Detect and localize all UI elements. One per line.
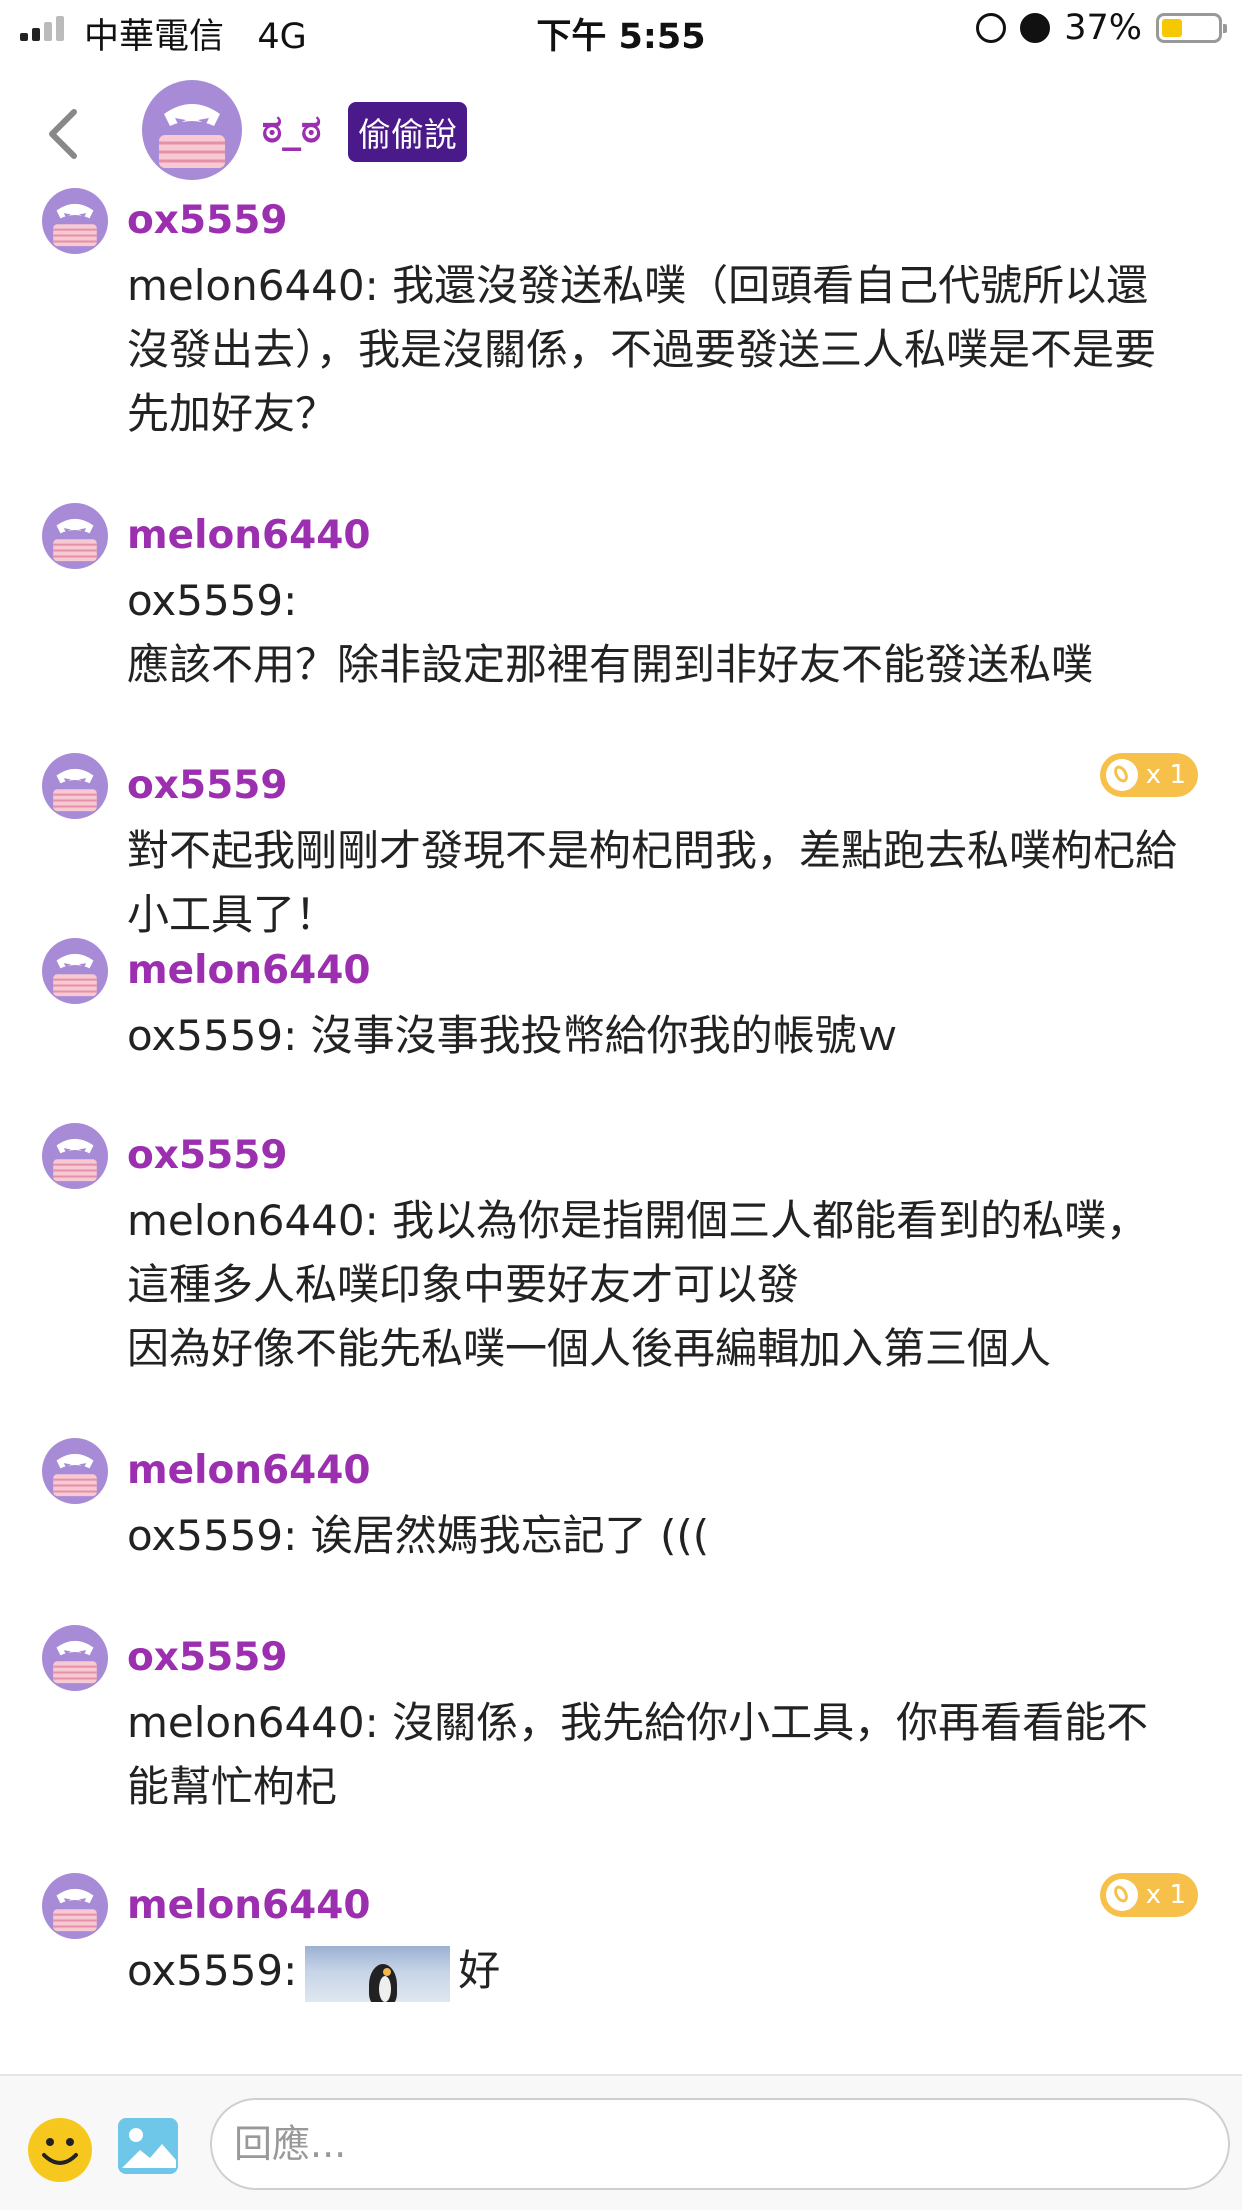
masked-face-icon: [42, 938, 108, 1004]
avatar[interactable]: [42, 1625, 108, 1695]
avatar[interactable]: [42, 188, 108, 258]
status-bar: 中華電信 4G 下午 5:55 37%: [0, 0, 1242, 62]
response-text: melon6440: 我以為你是指開個三人都能看到的私噗，這種多人私噗印象中要好…: [127, 1196, 1149, 1373]
conversation-title: ಠ_ಠ: [262, 107, 322, 151]
avatar[interactable]: [42, 1438, 108, 1508]
battery-icon: [1156, 13, 1227, 43]
response-text: ox5559: 诶居然媽我忘記了 (((: [127, 1511, 710, 1560]
response-text: 對不起我剛剛才發現不是枸杞問我，差點跑去私噗枸杞給小工具了！: [127, 826, 1178, 939]
response-username[interactable]: ox5559: [127, 763, 288, 808]
response-username[interactable]: melon6440: [127, 1448, 371, 1493]
masked-face-icon: [42, 753, 108, 819]
avatar[interactable]: [42, 938, 108, 1008]
response-text-suffix: 好: [458, 1946, 501, 1995]
coin-count: x 1: [1145, 1880, 1186, 1910]
masked-face-icon: [42, 503, 108, 569]
response-username[interactable]: melon6440: [127, 948, 371, 993]
response-text: melon6440: 沒關係，我先給你小工具，你再看看能不能幫忙枸杞: [127, 1698, 1149, 1811]
avatar[interactable]: [142, 80, 242, 184]
response-content: ox5559: 好: [127, 1939, 1187, 2003]
avatar[interactable]: [42, 503, 108, 573]
chevron-left-icon[interactable]: [44, 106, 84, 162]
response-list[interactable]: ox5559 melon6440: 我還沒發送私噗（回頭看自己代號所以還沒發出去）…: [0, 188, 1242, 2074]
orientation-lock-icon: [976, 13, 1007, 43]
reply-bar: 回應...: [0, 2074, 1242, 2210]
conversation-header: ಠ_ಠ 偷偷說: [0, 62, 1242, 192]
penguin-image-thumbnail[interactable]: [305, 1945, 451, 2002]
coin-icon: [1105, 759, 1138, 791]
reply-input[interactable]: 回應...: [210, 2098, 1230, 2190]
response-username[interactable]: ox5559: [127, 1635, 288, 1680]
response-username[interactable]: melon6440: [127, 513, 371, 558]
avatar[interactable]: [42, 753, 108, 823]
status-icons: 37%: [976, 8, 1227, 48]
response-username[interactable]: melon6440: [127, 1883, 371, 1928]
masked-face-icon: [42, 188, 108, 254]
response-text: melon6440: 我還沒發送私噗（回頭看自己代號所以還沒發出去），我是沒關係…: [127, 261, 1157, 438]
masked-face-icon: [42, 1873, 108, 1939]
masked-face-icon: [142, 80, 242, 180]
masked-face-icon: [42, 1123, 108, 1189]
response-text: ox5559: 沒事沒事我投幣給你我的帳號ｗ: [127, 1011, 899, 1060]
response-text-prefix: ox5559:: [127, 1946, 298, 1995]
anonymous-badge: 偷偷說: [348, 102, 467, 162]
coin-icon: [1105, 1879, 1138, 1911]
masked-face-icon: [42, 1625, 108, 1691]
coin-count: x 1: [1145, 760, 1186, 790]
smiley-icon[interactable]: [27, 2117, 93, 2183]
avatar[interactable]: [42, 1873, 108, 1943]
masked-face-icon: [42, 1438, 108, 1504]
response-username[interactable]: ox5559: [127, 198, 288, 243]
alarm-icon: [1020, 13, 1051, 43]
response-username[interactable]: ox5559: [127, 1133, 288, 1178]
coin-badge[interactable]: x 1: [1099, 753, 1198, 797]
image-icon[interactable]: [116, 2116, 180, 2176]
response-text: ox5559: 應該不用？除非設定那裡有開到非好友不能發送私噗: [127, 576, 1094, 689]
battery-percent: 37%: [1064, 8, 1142, 48]
avatar[interactable]: [42, 1123, 108, 1193]
battery-level: [1162, 19, 1182, 37]
coin-badge[interactable]: x 1: [1099, 1873, 1198, 1917]
